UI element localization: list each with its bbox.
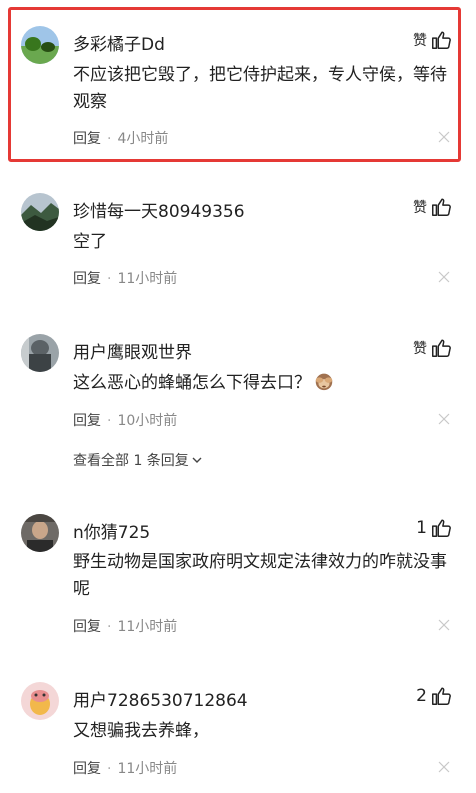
like-button[interactable]: 2	[416, 685, 452, 707]
comment-text: 不应该把它毁了，把它侍护起来，专人守侯，等待观察	[73, 65, 447, 112]
like-button[interactable]: 赞	[413, 196, 452, 218]
username[interactable]: 用户鹰眼观世界	[73, 338, 192, 363]
like-button[interactable]: 赞	[413, 29, 452, 51]
chevron-down-icon	[192, 457, 202, 463]
username[interactable]: 用户7286530712864	[73, 686, 248, 711]
like-label: 赞	[413, 341, 427, 357]
thumbs-up-icon	[432, 519, 451, 537]
avatar[interactable]	[21, 514, 59, 552]
thumbs-up-icon	[432, 198, 451, 216]
like-button[interactable]: 1	[416, 517, 452, 539]
thumbs-up-icon	[432, 339, 451, 357]
see-no-evil-monkey-icon	[315, 373, 333, 391]
close-icon[interactable]	[438, 413, 450, 425]
avatar[interactable]	[21, 26, 59, 64]
reply-button[interactable]: 回复	[73, 131, 101, 147]
comment-text-row: 这么恶心的蜂蛹怎么下得去口？	[73, 370, 453, 397]
comment-meta: 回复 · 11小时前	[73, 616, 177, 636]
thumbs-up-icon	[432, 31, 451, 49]
avatar[interactable]	[21, 334, 59, 372]
view-replies-label: 查看全部 1 条回复	[73, 453, 189, 469]
like-count: 2	[416, 686, 427, 706]
separator: ·	[107, 131, 112, 147]
reply-button[interactable]: 回复	[73, 413, 101, 429]
comment-text: 又想骗我去养蜂，	[73, 721, 209, 741]
timestamp: 11小时前	[117, 761, 178, 777]
close-icon[interactable]	[438, 271, 450, 283]
username[interactable]: 多彩橘子Dd	[73, 30, 165, 55]
comment-text: 这么恶心的蜂蛹怎么下得去口？	[73, 373, 311, 393]
username[interactable]: n你猜725	[73, 518, 150, 543]
like-count: 1	[416, 518, 427, 538]
comment-meta: 回复 · 4小时前	[73, 128, 168, 148]
avatar[interactable]	[21, 682, 59, 720]
thumbs-up-icon	[432, 687, 451, 705]
comment-text: 野生动物是国家政府明文规定法律效力的咋就没事呢	[73, 552, 447, 599]
like-label: 赞	[413, 33, 427, 49]
separator: ·	[107, 761, 112, 777]
view-all-replies-link[interactable]: 查看全部 1 条回复	[73, 450, 203, 470]
like-label: 赞	[413, 200, 427, 216]
reply-button[interactable]: 回复	[73, 619, 101, 635]
comment-meta: 回复 · 11小时前	[73, 758, 177, 778]
timestamp: 11小时前	[117, 619, 178, 635]
comment-meta: 回复 · 10小时前	[73, 410, 177, 430]
like-button[interactable]: 赞	[413, 337, 452, 359]
comment-text: 空了	[73, 232, 107, 252]
separator: ·	[107, 271, 112, 287]
close-icon[interactable]	[438, 619, 450, 631]
timestamp: 11小时前	[117, 271, 178, 287]
separator: ·	[107, 619, 112, 635]
reply-button[interactable]: 回复	[73, 271, 101, 287]
timestamp: 4小时前	[117, 131, 169, 147]
username[interactable]: 珍惜每一天80949356	[73, 197, 245, 222]
avatar[interactable]	[21, 193, 59, 231]
close-icon[interactable]	[438, 761, 450, 773]
close-icon[interactable]	[438, 131, 450, 143]
separator: ·	[107, 413, 112, 429]
reply-button[interactable]: 回复	[73, 761, 101, 777]
comment-meta: 回复 · 11小时前	[73, 268, 177, 288]
timestamp: 10小时前	[117, 413, 178, 429]
